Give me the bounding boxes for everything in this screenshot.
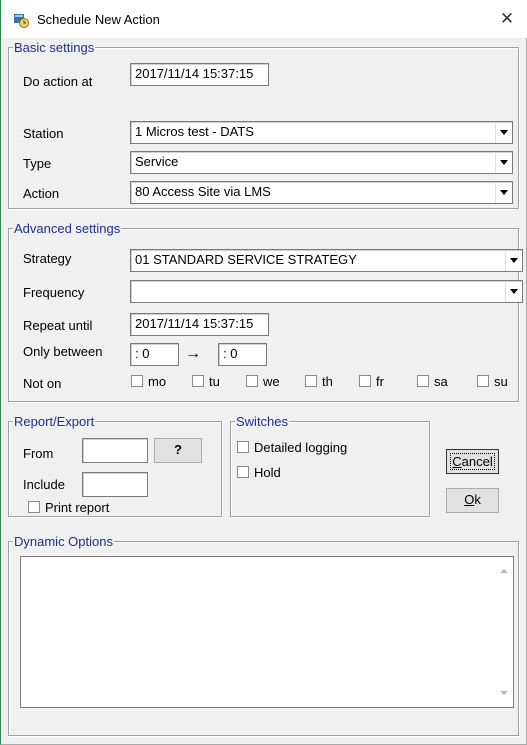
chevron-down-icon[interactable] xyxy=(495,152,512,173)
day-su-checkbox[interactable]: su xyxy=(477,374,508,389)
day-tu-checkbox[interactable]: tu xyxy=(192,374,220,389)
hold-checkbox[interactable]: Hold xyxy=(237,465,281,480)
day-th-checkbox[interactable]: th xyxy=(305,374,333,389)
station-label: Station xyxy=(23,126,64,141)
action-value: 80 Access Site via LMS xyxy=(135,184,271,199)
chevron-down-icon[interactable] xyxy=(495,182,512,203)
between-from-field[interactable]: : 0 xyxy=(130,343,179,366)
scheduler-icon xyxy=(14,14,29,28)
strategy-label: Strategy xyxy=(23,251,72,266)
dynamic-options-list[interactable] xyxy=(20,556,514,708)
switches-legend: Switches xyxy=(235,414,290,429)
not-on-label: Not on xyxy=(23,376,62,391)
advanced-settings-legend: Advanced settings xyxy=(13,221,122,236)
arrow-right-icon: → xyxy=(185,345,201,362)
between-to-field[interactable]: : 0 xyxy=(218,343,267,366)
window-title: Schedule New Action xyxy=(37,12,160,27)
browse-button[interactable]: ? xyxy=(154,438,202,463)
include-field[interactable] xyxy=(82,472,148,497)
only-between-label: Only between xyxy=(23,344,103,359)
do-action-field[interactable]: 2017/11/14 15:37:15 xyxy=(130,63,269,86)
scroll-down-icon[interactable] xyxy=(500,691,508,695)
strategy-select[interactable]: 01 STANDARD SERVICE STRATEGY xyxy=(130,249,523,272)
do-action-label: Do action at xyxy=(23,74,93,89)
close-icon[interactable]: ✕ xyxy=(497,9,517,29)
print-report-checkbox[interactable]: Print report xyxy=(28,500,109,515)
basic-settings-legend: Basic settings xyxy=(13,40,96,55)
from-label: From xyxy=(23,446,54,461)
vertical-scrollbar[interactable] xyxy=(496,557,513,707)
day-fr-checkbox[interactable]: fr xyxy=(359,374,384,389)
ok-button[interactable]: Ok xyxy=(446,488,499,513)
station-value: 1 Micros test - DATS xyxy=(135,124,254,139)
repeat-until-field[interactable]: 2017/11/14 15:37:15 xyxy=(130,313,269,336)
report-export-legend: Report/Export xyxy=(13,414,96,429)
day-we-checkbox[interactable]: we xyxy=(246,374,280,389)
repeat-until-label: Repeat until xyxy=(23,318,93,333)
strategy-value: 01 STANDARD SERVICE STRATEGY xyxy=(135,252,357,267)
dynamic-options-legend: Dynamic Options xyxy=(13,534,114,549)
type-value: Service xyxy=(135,154,179,169)
include-label: Include xyxy=(23,477,65,492)
frequency-select[interactable] xyxy=(130,280,523,303)
day-sa-checkbox[interactable]: sa xyxy=(417,374,448,389)
type-select[interactable]: Service xyxy=(130,151,513,174)
day-mo-checkbox[interactable]: mo xyxy=(131,374,166,389)
chevron-down-icon[interactable] xyxy=(505,250,522,271)
action-label: Action xyxy=(23,186,60,201)
detailed-logging-checkbox[interactable]: Detailed logging xyxy=(237,440,347,455)
title-bar: Schedule New Action ✕ xyxy=(0,0,527,38)
type-label: Type xyxy=(23,156,52,171)
chevron-down-icon[interactable] xyxy=(495,122,512,143)
cancel-button[interactable]: Cancel xyxy=(446,449,499,474)
action-select[interactable]: 80 Access Site via LMS xyxy=(130,181,513,204)
frequency-label: Frequency xyxy=(23,285,85,300)
station-select[interactable]: 1 Micros test - DATS xyxy=(130,121,513,144)
chevron-down-icon[interactable] xyxy=(505,281,522,302)
scroll-up-icon[interactable] xyxy=(500,569,508,573)
from-field[interactable] xyxy=(82,438,148,463)
